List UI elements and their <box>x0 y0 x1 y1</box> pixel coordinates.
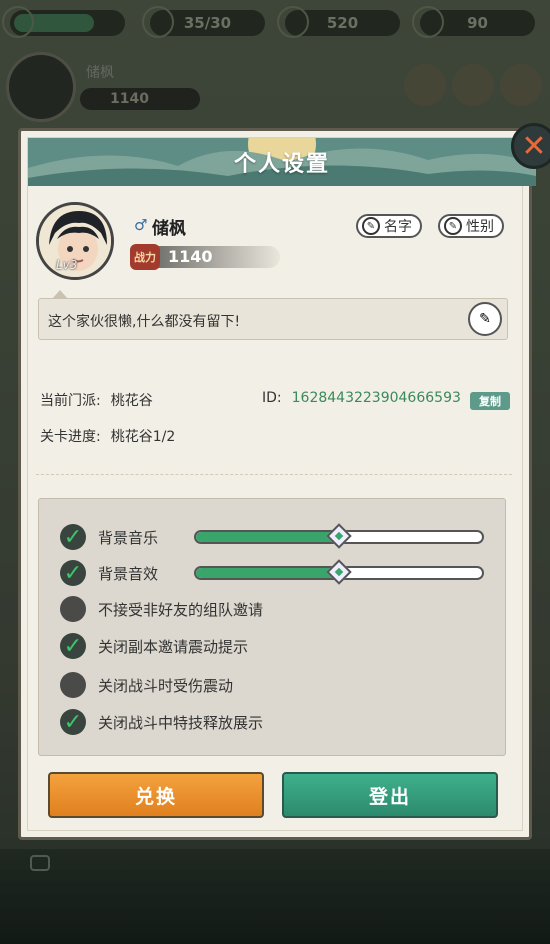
dialog-header: 个人设置 <box>28 138 536 186</box>
close-icon: ✕ <box>521 128 547 164</box>
setting-bgm: ✓ 背景音乐 <box>58 522 508 550</box>
skill-display-checkbox[interactable]: ✓ <box>60 709 86 735</box>
copy-id-button[interactable]: 复制 <box>470 392 510 410</box>
close-button[interactable]: ✕ <box>511 123 550 169</box>
dialog-title: 个人设置 <box>233 152 330 177</box>
setting-skill-display: ✓ 关闭战斗中特技释放展示 <box>58 707 508 735</box>
brush-icon: ✎ <box>444 217 462 235</box>
bgm-checkbox[interactable]: ✓ <box>60 524 86 550</box>
sect-info: 当前门派: 桃花谷 <box>40 393 153 409</box>
power-badge: 战力 <box>130 244 160 270</box>
slider-handle[interactable] <box>326 559 352 585</box>
id-info: ID: 1628443223904666593 <box>262 390 461 406</box>
brush-icon: ✎ <box>362 217 380 235</box>
slider-handle[interactable] <box>326 523 352 549</box>
team-invite-checkbox[interactable]: ✓ <box>60 596 86 622</box>
change-gender-button[interactable]: ✎ 性别 <box>438 214 504 238</box>
divider <box>36 474 512 475</box>
progress-info: 关卡进度: 桃花谷1/2 <box>40 429 176 445</box>
power-value: 1140 <box>168 247 213 266</box>
logout-button[interactable]: 登出 <box>282 772 498 818</box>
rename-button[interactable]: ✎ 名字 <box>356 214 422 238</box>
edit-signature-button[interactable]: ✎ <box>468 302 502 336</box>
setting-team-invite: ✓ 不接受非好友的组队邀请 <box>58 594 508 622</box>
profile-name: 储枫 <box>152 219 186 239</box>
level-label: Lv3 <box>56 258 78 272</box>
sfx-checkbox[interactable]: ✓ <box>60 560 86 586</box>
male-icon: ♂ <box>134 216 148 234</box>
sfx-volume-slider[interactable] <box>194 559 484 585</box>
brush-icon: ✎ <box>479 311 491 327</box>
hurt-vibrate-checkbox[interactable]: ✓ <box>60 672 86 698</box>
exchange-button[interactable]: 兑换 <box>48 772 264 818</box>
bgm-volume-slider[interactable] <box>194 523 484 549</box>
setting-sfx: ✓ 背景音效 <box>58 558 508 586</box>
setting-hurt-vibrate: ✓ 关闭战斗时受伤震动 <box>58 670 508 698</box>
signature-text: 这个家伙很懒,什么都没有留下! <box>48 314 241 330</box>
setting-dungeon-vibrate: ✓ 关闭副本邀请震动提示 <box>58 631 508 659</box>
dungeon-vibrate-checkbox[interactable]: ✓ <box>60 633 86 659</box>
